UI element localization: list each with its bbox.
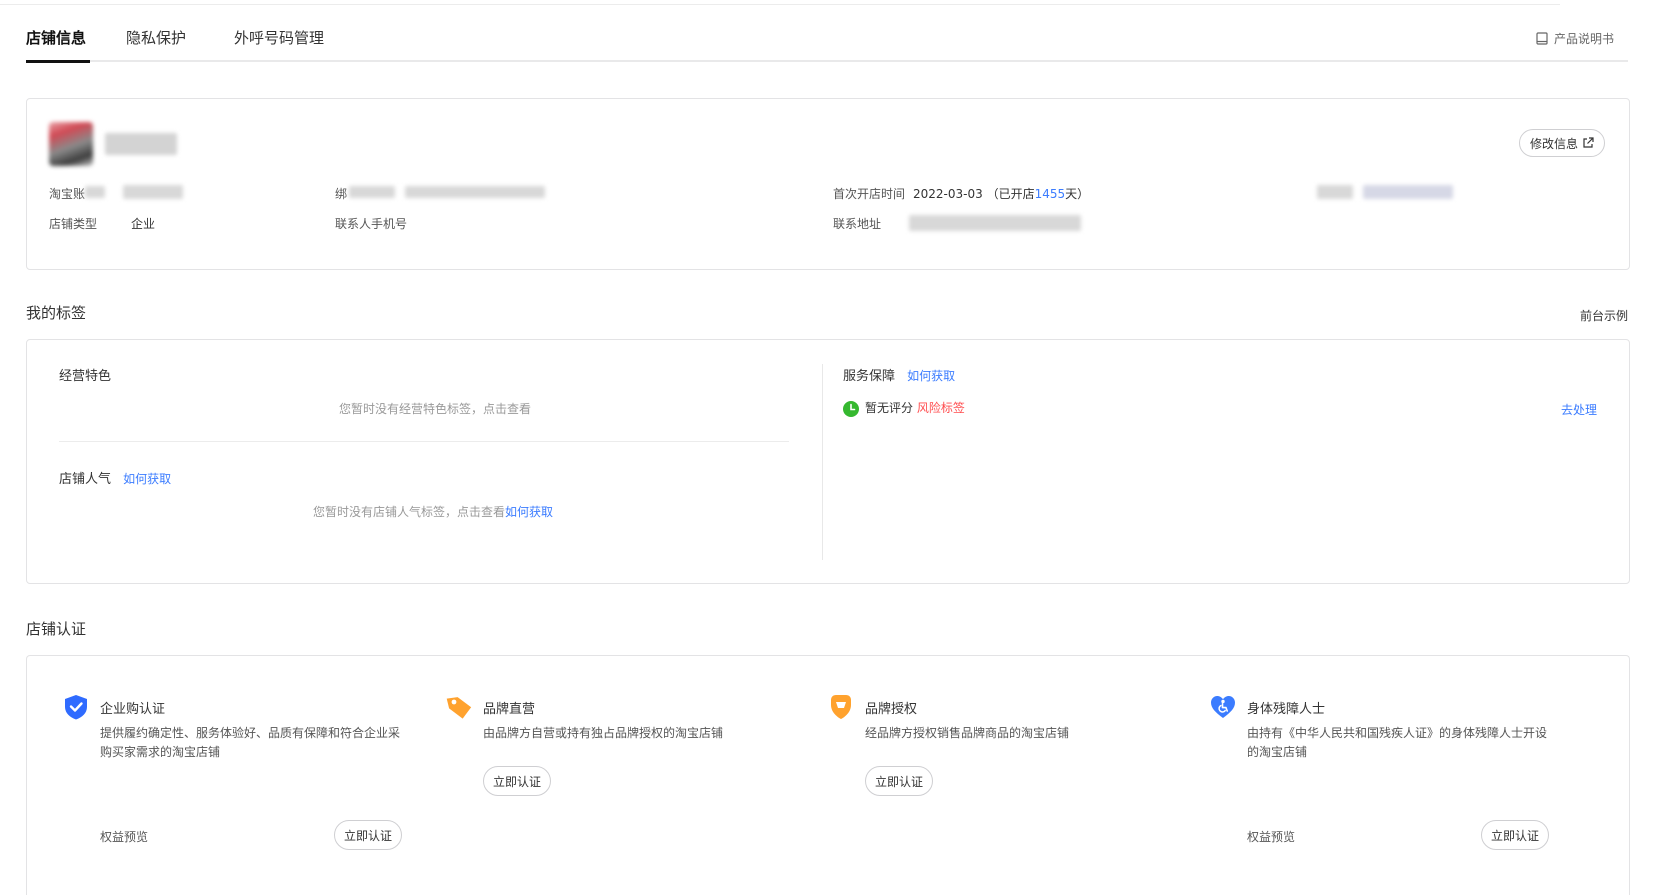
no-rating-text: 暂无评分 bbox=[865, 401, 914, 415]
service-how-to-get-link[interactable]: 如何获取 bbox=[907, 369, 955, 383]
contact-address-label: 联系地址 bbox=[833, 217, 882, 231]
bind-label-redacted bbox=[349, 186, 395, 198]
shop-type-value: 企业 bbox=[131, 217, 156, 231]
contact-phone-label: 联系人手机号 bbox=[335, 217, 408, 231]
taobao-account-label: 淘宝账 bbox=[49, 187, 86, 201]
opened-suffix: 天） bbox=[1065, 187, 1090, 201]
contact-address-redacted bbox=[909, 215, 1081, 231]
extra-value-redacted bbox=[1363, 185, 1453, 199]
edit-info-label: 修改信息 bbox=[1529, 136, 1578, 151]
diamond-badge-icon bbox=[831, 695, 851, 719]
business-feature-title: 经营特色 bbox=[59, 369, 112, 384]
clock-icon bbox=[843, 400, 859, 417]
tag-icon bbox=[446, 697, 472, 719]
first-open-time-label: 首次开店时间 bbox=[833, 187, 906, 201]
extra-label-redacted bbox=[1317, 185, 1353, 199]
cert-item-enterprise: 企业购认证 提供履约确定性、服务体验好、品质有保障和符合企业采购买家需求的淘宝店… bbox=[62, 692, 403, 850]
cert-desc-brand-authorized: 经品牌方授权销售品牌商品的淘宝店铺 bbox=[865, 726, 1070, 740]
avatar bbox=[49, 122, 93, 166]
taobao-account-label-redacted bbox=[85, 186, 105, 198]
product-manual-link[interactable]: 产品说明书 bbox=[1536, 30, 1614, 47]
popularity-empty-how-to-get-link[interactable]: 如何获取 bbox=[505, 505, 553, 519]
service-rating-row: 暂无评分 风险标签 bbox=[843, 399, 965, 417]
cert-title-enterprise: 企业购认证 bbox=[100, 701, 166, 717]
cert-item-brand-direct: 品牌直营 由品牌方自营或持有独占品牌授权的淘宝店铺 立即认证 bbox=[445, 692, 785, 796]
accessibility-heart-icon bbox=[1211, 696, 1235, 718]
taobao-account-value-redacted bbox=[123, 185, 183, 199]
external-link-icon bbox=[1583, 137, 1594, 148]
tab-outbound-number-management[interactable]: 外呼号码管理 bbox=[234, 27, 324, 48]
benefit-preview-link-enterprise[interactable]: 权益预览 bbox=[100, 828, 148, 845]
top-divider bbox=[0, 4, 1560, 5]
shop-certification-title: 店铺认证 bbox=[26, 620, 87, 638]
cert-desc-disabled-persons: 由持有《中华人民共和国残疾人证》的身体残障人士开设的淘宝店铺 bbox=[1247, 726, 1548, 759]
book-icon bbox=[1536, 32, 1548, 45]
benefit-preview-link-disabled-persons[interactable]: 权益预览 bbox=[1247, 828, 1295, 845]
popularity-how-to-get-link[interactable]: 如何获取 bbox=[123, 472, 171, 486]
opened-days: 1455 bbox=[1034, 187, 1066, 201]
cert-desc-brand-direct: 由品牌方自营或持有独占品牌授权的淘宝店铺 bbox=[483, 726, 724, 740]
my-tags-title: 我的标签 bbox=[26, 304, 87, 322]
first-open-time-value: 2022-03-03 （已开店1455天） bbox=[913, 185, 1089, 202]
certify-now-button-brand-direct[interactable]: 立即认证 bbox=[483, 766, 552, 796]
shop-type-label: 店铺类型 bbox=[49, 217, 98, 231]
certify-now-button-brand-authorized[interactable]: 立即认证 bbox=[865, 766, 934, 796]
risk-tag-link[interactable]: 风险标签 bbox=[917, 401, 965, 415]
cert-title-disabled-persons: 身体残障人士 bbox=[1247, 701, 1326, 717]
bind-label: 绑 bbox=[335, 187, 348, 201]
shop-name-redacted bbox=[105, 133, 177, 155]
popularity-empty-label: 您暂时没有店铺人气标签，点击查看 bbox=[313, 505, 506, 519]
handle-link[interactable]: 去处理 bbox=[1561, 401, 1597, 418]
left-divider bbox=[59, 441, 789, 442]
active-tab-indicator bbox=[26, 60, 90, 63]
bind-value-redacted bbox=[405, 186, 545, 198]
tab-bar: 店铺信息 隐私保护 外呼号码管理 产品说明书 bbox=[26, 24, 1628, 63]
service-guarantee-title: 服务保障 如何获取 bbox=[843, 365, 955, 384]
my-tags-card: 经营特色 您暂时没有经营特色标签，点击查看 店铺人气 如何获取 您暂时没有店铺人… bbox=[26, 339, 1630, 584]
vertical-divider bbox=[822, 364, 823, 560]
popularity-title-label: 店铺人气 bbox=[59, 472, 112, 487]
business-feature-empty-text[interactable]: 您暂时没有经营特色标签，点击查看 bbox=[339, 400, 531, 417]
service-guarantee-label: 服务保障 bbox=[843, 369, 896, 384]
first-open-date: 2022-03-03 bbox=[913, 187, 983, 201]
cert-item-disabled-persons: 身体残障人士 由持有《中华人民共和国残疾人证》的身体残障人士开设的淘宝店铺 权益… bbox=[1209, 692, 1550, 850]
shop-info-card: 修改信息 淘宝账 绑 首次开店时间 2022-03-03 （已开店1455天） … bbox=[26, 98, 1630, 270]
front-example-link[interactable]: 前台示例 bbox=[1580, 307, 1628, 324]
product-manual-label: 产品说明书 bbox=[1553, 32, 1614, 46]
opened-prefix: （已开店 bbox=[986, 187, 1035, 201]
shop-certification-card: 企业购认证 提供履约确定性、服务体验好、品质有保障和符合企业采购买家需求的淘宝店… bbox=[26, 655, 1630, 895]
shield-check-icon bbox=[65, 695, 87, 720]
cert-title-brand-direct: 品牌直营 bbox=[483, 701, 536, 717]
cert-title-brand-authorized: 品牌授权 bbox=[865, 701, 918, 717]
cert-item-brand-authorized: 品牌授权 经品牌方授权销售品牌商品的淘宝店铺 立即认证 bbox=[827, 692, 1167, 796]
certify-now-button-enterprise[interactable]: 立即认证 bbox=[334, 820, 403, 850]
certify-now-button-disabled-persons[interactable]: 立即认证 bbox=[1481, 820, 1550, 850]
tab-shop-info[interactable]: 店铺信息 bbox=[26, 27, 86, 48]
edit-info-button[interactable]: 修改信息 bbox=[1518, 129, 1605, 157]
popularity-title: 店铺人气 如何获取 bbox=[59, 468, 171, 487]
popularity-empty-text: 您暂时没有店铺人气标签，点击查看如何获取 bbox=[313, 503, 553, 520]
cert-desc-enterprise: 提供履约确定性、服务体验好、品质有保障和符合企业采购买家需求的淘宝店铺 bbox=[100, 726, 401, 759]
tab-privacy-protection[interactable]: 隐私保护 bbox=[126, 27, 186, 48]
